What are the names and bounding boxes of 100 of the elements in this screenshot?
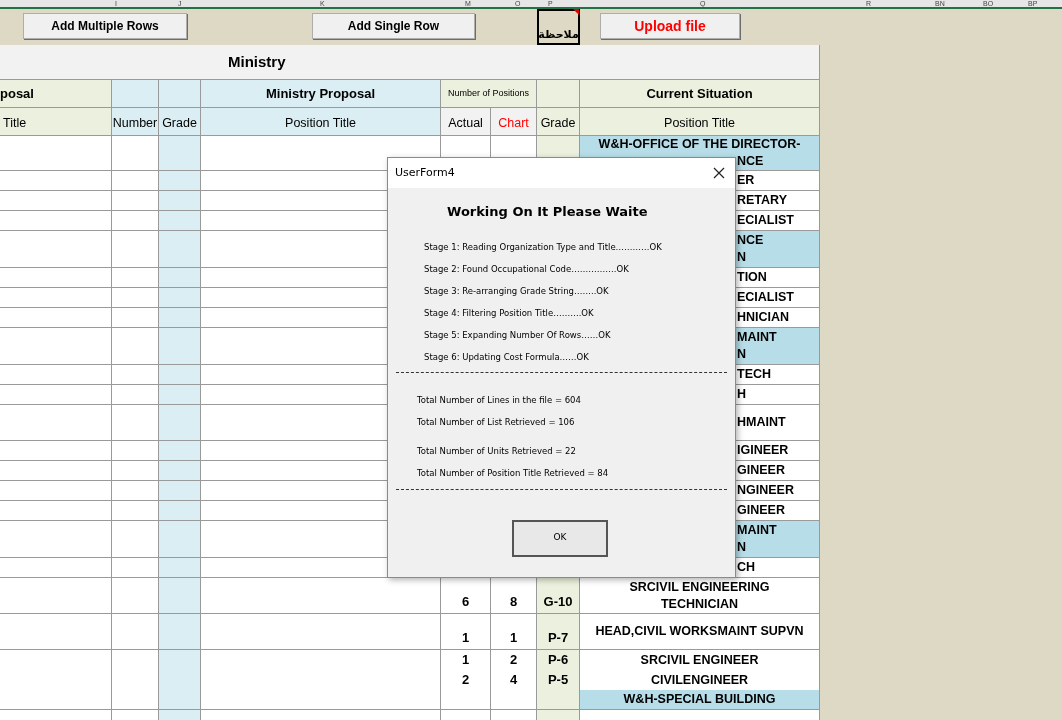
chart-count: 1 [509, 628, 518, 647]
section-title: MAINT [737, 329, 777, 346]
section-title: W&H-OFFICE OF THE DIRECTOR- [598, 136, 801, 153]
position-title: IGINEER [737, 442, 789, 459]
chart-count: 4 [509, 671, 518, 689]
chart-count: 2 [509, 651, 518, 669]
group-header: Ministry Proposal [265, 84, 376, 103]
section-title: N [737, 539, 747, 556]
grade-value: P-6 [547, 651, 569, 669]
table-cell [112, 441, 159, 461]
section-title: NCE [737, 232, 764, 249]
stage-status: Stage 3: Re-arranging Grade String……..OK [424, 284, 610, 298]
note-cell[interactable]: ملاحظة [537, 9, 580, 45]
dialog-heading: Working On It Please Waite [447, 203, 649, 221]
position-title: CIVILENGINEER [650, 672, 749, 690]
actual-count: 1 [461, 628, 470, 647]
sheet-title: Ministry [228, 51, 286, 72]
section-title: N [737, 346, 747, 363]
table-cell [112, 614, 159, 650]
actual-count: 1 [461, 651, 470, 669]
table-cell [159, 191, 201, 211]
table-cell [159, 211, 201, 231]
stage-status: Stage 4: Filtering Position Title……….OK [424, 306, 595, 320]
position-title: SRCIVIL ENGINEER [640, 652, 759, 670]
table-cell [159, 308, 201, 328]
table-cell [159, 650, 201, 673]
column-label: Actual [448, 115, 483, 133]
column-label: Grade [162, 115, 197, 133]
table-cell [159, 481, 201, 501]
table-cell [112, 308, 159, 328]
grade-value: G-10 [543, 592, 573, 611]
position-title: GINEER [737, 462, 785, 479]
stage-status: Stage 1: Reading Organization Type and Title…………OK [424, 240, 663, 254]
table-cell [159, 461, 201, 481]
dialog-title: UserForm4 [395, 164, 455, 181]
position-title: HEAD,CIVIL WORKSMAINT SUPVN [595, 623, 804, 640]
table-cell [112, 268, 159, 288]
table-cell [159, 385, 201, 405]
stage-status: Stage 2: Found Occupational Code…………….OK [424, 262, 630, 276]
stage-status: Stage 5: Expanding Number Of Rows……OK [424, 328, 612, 342]
table-cell [112, 481, 159, 501]
upload-file-button[interactable]: Upload file [600, 13, 740, 39]
position-title: H [737, 386, 747, 403]
column-label: Grade [540, 115, 576, 133]
table-cell [159, 171, 201, 191]
actual-count: 2 [461, 671, 470, 689]
table-cell [159, 328, 201, 365]
table-cell [112, 461, 159, 481]
group-header: Number of Positions [447, 86, 529, 100]
table-cell [112, 405, 159, 441]
chart-count: 8 [509, 592, 518, 611]
actual-count: 6 [461, 592, 470, 611]
table-cell [159, 441, 201, 461]
position-title: ECIALIST [737, 212, 794, 229]
table-cell [159, 690, 201, 710]
table-cell [159, 614, 201, 650]
table-cell [112, 558, 159, 578]
table-cell [112, 521, 159, 558]
table-cell [112, 328, 159, 365]
column-label: Position Title [285, 115, 356, 133]
table-cell [112, 501, 159, 521]
table-cell [159, 405, 201, 441]
table-cell [112, 191, 159, 211]
table-cell [112, 650, 159, 673]
table-cell [159, 231, 201, 268]
position-title: NGINEER [737, 482, 794, 499]
close-icon[interactable] [713, 167, 725, 179]
table-cell [112, 578, 159, 614]
grade-value: P-7 [547, 628, 569, 647]
position-title: ER [737, 172, 755, 189]
table-cell [112, 171, 159, 191]
ok-button[interactable]: OK [512, 519, 608, 557]
position-title: TION [737, 269, 767, 286]
add-single-row-button[interactable]: Add Single Row [312, 13, 475, 39]
column-label: Chart [498, 115, 529, 133]
table-cell [112, 365, 159, 385]
table-cell [159, 521, 201, 558]
table-cell [159, 288, 201, 308]
table-cell [112, 211, 159, 231]
group-header: posal [0, 84, 34, 103]
table-cell [159, 501, 201, 521]
position-title: SRCIVIL ENGINEERING [629, 578, 770, 596]
position-title: ECIALIST [737, 289, 794, 306]
column-label: Position Title [664, 115, 735, 133]
total-count: Total Number of Position Title Retrieved = 84 [417, 466, 610, 480]
table-cell [159, 365, 201, 385]
total-count: Total Number of Units Retrieved = 22 [417, 444, 577, 458]
table-cell [159, 268, 201, 288]
total-count: Total Number of Lines in the file = 604 [417, 393, 582, 407]
position-title: GINEER [737, 502, 785, 519]
table-cell [159, 558, 201, 578]
position-title: TECH [737, 366, 772, 383]
table-cell [112, 690, 159, 710]
add-multiple-rows-button[interactable]: Add Multiple Rows [23, 13, 187, 39]
table-cell [159, 578, 201, 614]
table-cell [112, 231, 159, 268]
column-label: Number [112, 115, 158, 133]
section-title: W&H-SPECIAL BUILDING [623, 691, 776, 708]
section-title: MAINT [737, 522, 777, 539]
comment-indicator-icon [573, 9, 579, 15]
